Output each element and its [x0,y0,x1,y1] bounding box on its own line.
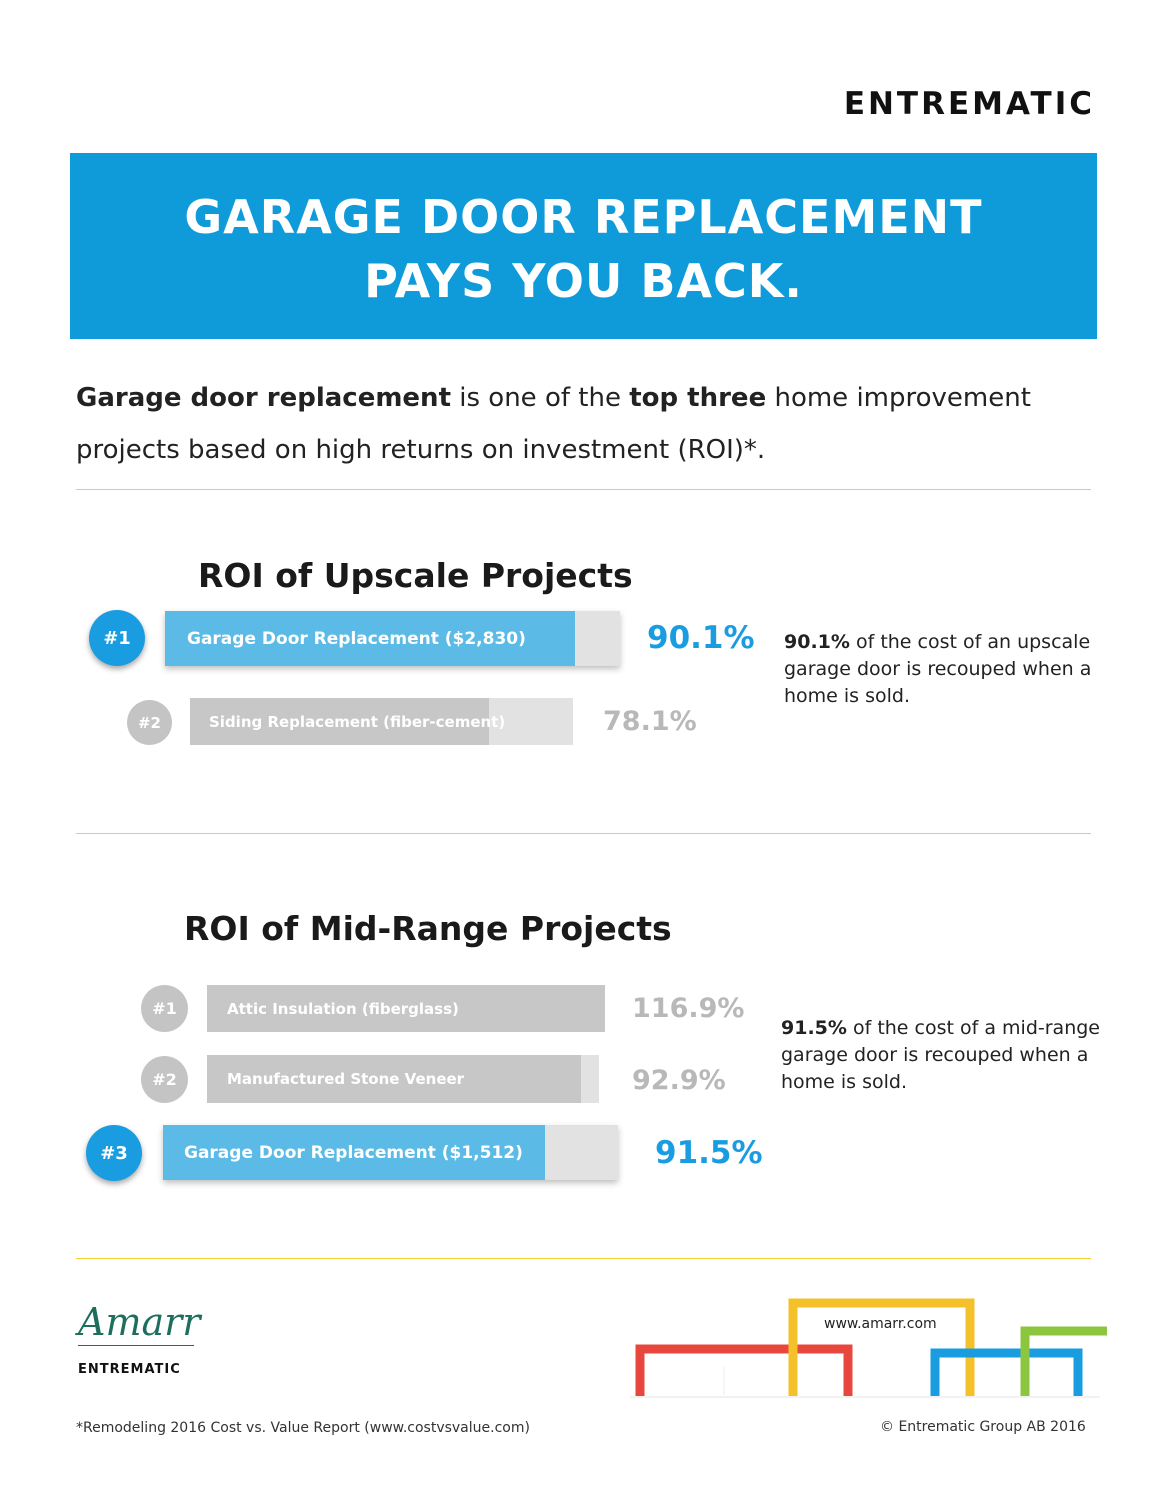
green-frame [1020,1326,1107,1396]
bar-label: Manufactured Stone Veneer [227,1070,465,1088]
bar-label: Siding Replacement (fiber-cement) [209,712,506,731]
upscale-bar-siding: Siding Replacement (fiber-cement) [190,698,573,745]
intro-line1: Garage door replacement is one of the to… [76,372,1086,424]
intro-text-2: home improvement [766,383,1031,413]
bar-label: Garage Door Replacement ($1,512) [184,1142,523,1163]
midrange-bar-garage-door: Garage Door Replacement ($1,512) [163,1125,618,1180]
midrange-rank-2-badge: #2 [141,1056,188,1103]
banner-title-line2: PAYS YOU BACK. [364,254,803,308]
bar-label: Attic Insulation (fiberglass) [227,999,459,1018]
upscale-rank-1-badge: #1 [89,610,145,666]
amarr-logo-rule [78,1345,194,1346]
midrange-rank-3-badge: #3 [86,1125,142,1181]
midrange-note-line3: home is sold. [781,1071,908,1093]
intro-text-1: is one of the [451,383,630,413]
intro-line2: projects based on high returns on invest… [76,435,766,465]
bar-label: Garage Door Replacement ($2,830) [187,628,526,649]
blue-frame [930,1348,1083,1396]
copyright: © Entrematic Group AB 2016 [880,1419,1086,1435]
midrange-value-3: 91.5% [655,1135,763,1171]
upscale-note-line2: garage door is recouped when a [784,658,1092,680]
upscale-note: 90.1% of the cost of an upscale garage d… [784,629,1091,710]
upscale-note-line1: 90.1% of the cost of an upscale [784,629,1091,656]
upscale-bar-garage-door: Garage Door Replacement ($2,830) [165,611,620,666]
midrange-note-line2: garage door is recouped when a [781,1044,1089,1066]
midrange-bar-attic: Attic Insulation (fiberglass) [207,985,605,1032]
midrange-title: ROI of Mid-Range Projects [184,909,672,948]
door-frames-graphic [630,1298,1107,1398]
amarr-logo: Amarr [78,1300,201,1344]
midrange-rank-1-badge: #1 [141,985,188,1032]
source-footnote: *Remodeling 2016 Cost vs. Value Report (… [76,1420,530,1436]
intro-bold-2: top three [629,383,767,413]
midrange-bar-stone: Manufactured Stone Veneer [207,1055,599,1103]
divider [76,1258,1091,1259]
upscale-rank-2-badge: #2 [127,700,172,745]
intro-paragraph: Garage door replacement is one of the to… [76,372,1086,476]
midrange-value-1: 116.9% [632,993,745,1024]
divider [76,833,1091,834]
midrange-note-text1: of the cost of a mid-range [846,1017,1100,1039]
website-link[interactable]: www.amarr.com [824,1316,937,1332]
hero-banner: GARAGE DOOR REPLACEMENT PAYS YOU BACK. [70,153,1097,339]
divider [76,489,1091,490]
red-frame [635,1344,853,1396]
upscale-note-text1: of the cost of an upscale [849,631,1091,653]
upscale-note-line3: home is sold. [784,685,911,707]
amarr-logo-sub: ENTREMATIC [78,1362,181,1377]
midrange-note-line1: 91.5% of the cost of a mid-range [781,1015,1100,1042]
intro-bold-1: Garage door replacement [76,383,451,413]
upscale-note-bold: 90.1% [784,631,850,653]
upscale-value-2: 78.1% [603,706,697,737]
upscale-title: ROI of Upscale Projects [198,556,633,595]
midrange-note-bold: 91.5% [781,1017,847,1039]
banner-title-line1: GARAGE DOOR REPLACEMENT [184,190,983,244]
entrematic-logo: ENTREMATIC [843,86,1095,122]
midrange-note: 91.5% of the cost of a mid-range garage … [781,1015,1100,1096]
upscale-value-1: 90.1% [647,620,755,656]
midrange-value-2: 92.9% [632,1065,726,1096]
